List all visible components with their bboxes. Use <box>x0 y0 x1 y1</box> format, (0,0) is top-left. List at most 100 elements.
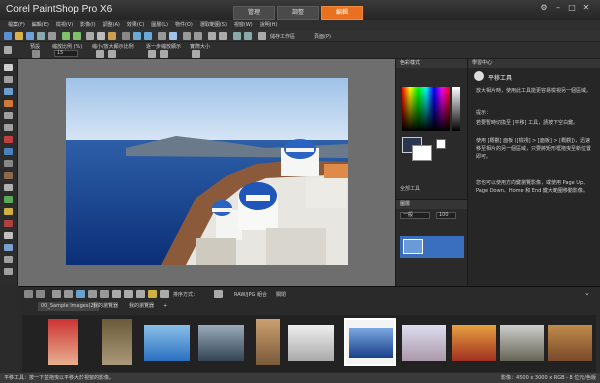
swap-colors-icon[interactable] <box>436 139 446 149</box>
thumbnail[interactable] <box>48 319 78 365</box>
rotate-icon[interactable] <box>133 32 141 40</box>
settings-icon[interactable]: ⚙ <box>538 3 550 13</box>
dropper-tool-icon[interactable] <box>4 100 13 107</box>
script-icon[interactable] <box>233 32 241 40</box>
santorini-photo[interactable] <box>66 78 348 265</box>
tab-adjust[interactable]: 調整 <box>277 6 319 20</box>
menu-adjust[interactable]: 調整(A) <box>103 20 120 30</box>
thumbnail[interactable] <box>144 325 190 361</box>
redo-icon[interactable] <box>73 32 81 40</box>
menu-edit[interactable]: 編輯(E) <box>32 20 49 30</box>
raw-jpg-value[interactable]: 關閉 <box>276 291 286 298</box>
menu-window[interactable]: 視窗(W) <box>234 20 253 30</box>
copy-icon[interactable] <box>97 32 105 40</box>
zoom-field[interactable]: 15 <box>54 50 78 57</box>
menu-help[interactable]: 說明(H) <box>260 20 278 30</box>
thumbnail[interactable] <box>402 325 446 361</box>
thumbnail[interactable] <box>102 319 132 365</box>
layer-row[interactable] <box>400 236 464 258</box>
menu-image[interactable]: 影像(I) <box>80 20 95 30</box>
add-tab-button[interactable]: + <box>160 302 170 311</box>
zoom-step-out-icon[interactable] <box>160 50 168 58</box>
organizer-star-icon[interactable] <box>148 290 157 298</box>
save-workspace-label[interactable]: 儲存工作區 <box>270 33 295 40</box>
organizer-info-icon[interactable] <box>136 290 145 298</box>
tab-manage[interactable]: 管理 <box>233 6 275 20</box>
zoom-step-in-icon[interactable] <box>148 50 156 58</box>
background-color-swatch[interactable] <box>412 145 432 161</box>
selection-tool-icon[interactable] <box>4 88 13 95</box>
menu-selections[interactable]: 選取範圍(S) <box>200 20 227 30</box>
organizer-delete-icon[interactable] <box>88 290 97 298</box>
zoom-in-step-icon[interactable] <box>96 50 104 58</box>
organizer-nav-icon[interactable] <box>24 290 33 298</box>
save-icon[interactable] <box>26 32 34 40</box>
warp-tool-icon[interactable] <box>4 268 13 275</box>
thumbnail[interactable] <box>548 325 592 361</box>
layer-icon[interactable] <box>169 32 177 40</box>
fill-tool-icon[interactable] <box>4 196 13 203</box>
organizer-filter-icon[interactable] <box>214 290 223 298</box>
undo-icon[interactable] <box>62 32 70 40</box>
straighten-tool-icon[interactable] <box>4 124 13 131</box>
sort-by-label[interactable]: 排序方式： <box>173 291 198 298</box>
clone-tool-icon[interactable] <box>4 160 13 167</box>
organizer-tab-browse-1[interactable]: 我的瀏覽器 <box>90 302 121 311</box>
organizer-print-icon[interactable] <box>100 290 109 298</box>
organizer-tab-browse-2[interactable]: 我的瀏覽器 <box>126 302 157 311</box>
organizer-refresh-icon[interactable] <box>36 290 45 298</box>
selected-thumbnail[interactable] <box>344 318 396 366</box>
ruler-icon[interactable] <box>219 32 227 40</box>
red-eye-tool-icon[interactable] <box>4 136 13 143</box>
thumbnail[interactable] <box>500 325 544 361</box>
actual-size-icon[interactable] <box>192 50 200 58</box>
save-as-icon[interactable] <box>37 32 45 40</box>
tab-edit[interactable]: 編輯 <box>321 6 363 20</box>
organizer-tag-icon[interactable] <box>124 290 133 298</box>
organizer-zoom-icon[interactable] <box>160 290 169 298</box>
print-icon[interactable] <box>48 32 56 40</box>
thumbnail[interactable] <box>256 319 280 365</box>
blend-mode-select[interactable]: 一般 <box>400 212 430 219</box>
brush-tool-icon[interactable] <box>4 208 13 215</box>
page-menu-label[interactable]: 頁面(P) <box>314 33 331 40</box>
thumbnail[interactable] <box>198 325 244 361</box>
resize-icon[interactable] <box>158 32 166 40</box>
zoom-out-icon[interactable] <box>194 32 202 40</box>
pick-tool-icon[interactable] <box>4 76 13 83</box>
grid-icon[interactable] <box>208 32 216 40</box>
preset-hand-icon[interactable] <box>32 50 40 58</box>
opacity-field[interactable]: 100 <box>436 212 456 219</box>
minimize-icon[interactable]: – <box>552 3 564 13</box>
menu-layers[interactable]: 圖層(L) <box>151 20 168 30</box>
crop-icon[interactable] <box>122 32 130 40</box>
menu-view[interactable]: 檢視(V) <box>56 20 73 30</box>
new-file-icon[interactable] <box>4 32 12 40</box>
close-icon[interactable]: ✕ <box>580 3 592 13</box>
text-tool-icon[interactable] <box>4 232 13 239</box>
workspace-icon[interactable] <box>258 32 266 40</box>
organizer-share-icon[interactable] <box>76 290 85 298</box>
pen-tool-icon[interactable] <box>4 256 13 263</box>
cut-icon[interactable] <box>86 32 94 40</box>
menu-effects[interactable]: 效果(C) <box>127 20 144 30</box>
zoom-out-step-icon[interactable] <box>108 50 116 58</box>
shape-tool-icon[interactable] <box>4 244 13 251</box>
organizer-edit-icon[interactable] <box>64 290 73 298</box>
organizer-rotate-icon[interactable] <box>112 290 121 298</box>
thumbnail[interactable] <box>288 325 334 361</box>
picture-tube-icon[interactable] <box>4 220 13 227</box>
organizer-view-icon[interactable] <box>52 290 61 298</box>
home-icon[interactable] <box>474 71 484 81</box>
lightness-bar[interactable] <box>452 87 460 131</box>
paste-icon[interactable] <box>108 32 116 40</box>
all-tools-checkbox[interactable]: 全部工具 <box>400 185 420 192</box>
menu-objects[interactable]: 物件(O) <box>175 20 193 30</box>
flip-icon[interactable] <box>144 32 152 40</box>
color-picker-spectrum[interactable] <box>402 87 450 131</box>
lighten-tool-icon[interactable] <box>4 172 13 179</box>
canvas-area[interactable] <box>18 59 395 286</box>
crop-tool-icon[interactable] <box>4 112 13 119</box>
thumbnail[interactable] <box>452 325 496 361</box>
run-script-icon[interactable] <box>244 32 252 40</box>
